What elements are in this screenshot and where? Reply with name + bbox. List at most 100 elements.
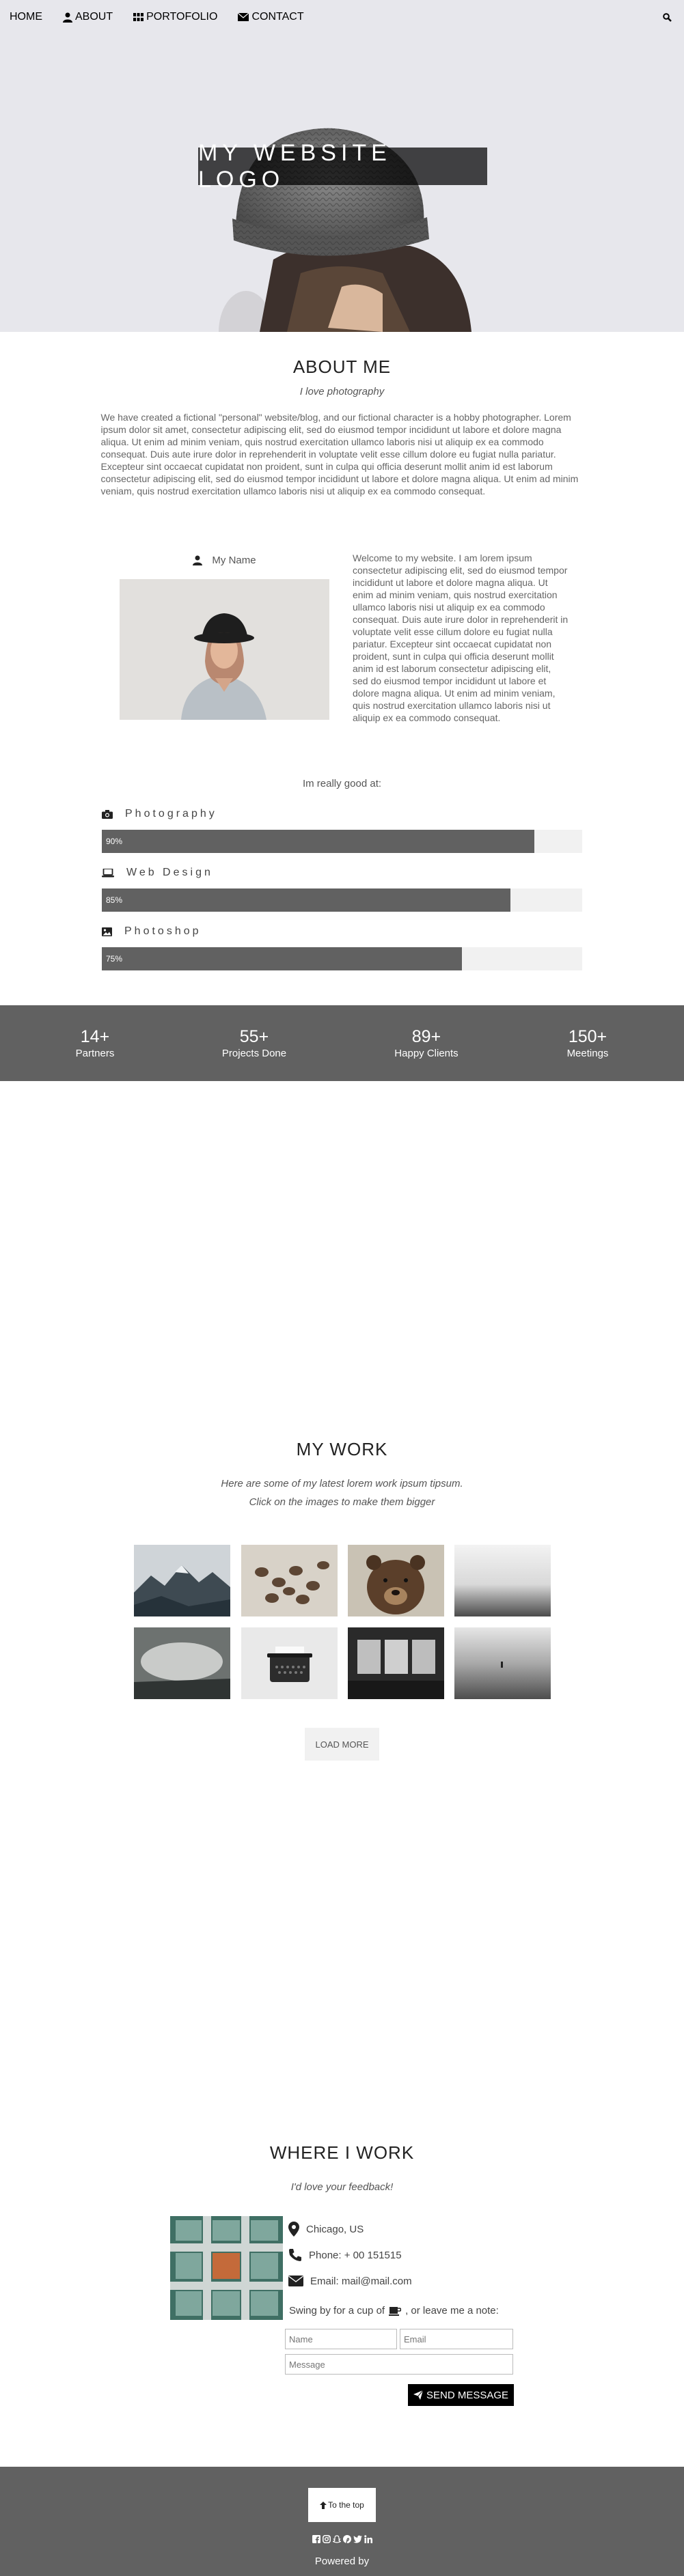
contact-location-row: Chicago, US bbox=[288, 2216, 514, 2242]
profile-name-row: My Name bbox=[120, 552, 329, 568]
stat-clients: 89+ Happy Clients bbox=[372, 1027, 481, 1060]
pinterest-icon[interactable] bbox=[342, 2535, 351, 2543]
stat-number: 89+ bbox=[411, 1027, 441, 1046]
send-message-label: SEND MESSAGE bbox=[426, 2389, 509, 2401]
laptop-icon bbox=[102, 868, 114, 877]
hero-banner: MY WEBSITE LOGO bbox=[0, 0, 684, 332]
nav-about-label: ABOUT bbox=[75, 11, 113, 23]
skill-photography: Photography 90% bbox=[102, 807, 582, 853]
nav-home-link[interactable]: HOME bbox=[10, 11, 42, 23]
note-prompt-after: , or leave me a note: bbox=[405, 2305, 499, 2316]
nav-home-label: HOME bbox=[10, 11, 42, 23]
facebook-icon[interactable] bbox=[312, 2535, 320, 2543]
arrow-up-icon bbox=[320, 2501, 327, 2509]
stat-label: Happy Clients bbox=[394, 1048, 459, 1059]
skill-progress-bar: 85% bbox=[102, 888, 582, 912]
skill-web-design: Web Design 85% bbox=[102, 865, 582, 912]
stat-projects: 55+ Projects Done bbox=[200, 1027, 309, 1060]
stat-partners: 14+ Partners bbox=[40, 1027, 150, 1060]
camera-icon bbox=[102, 809, 113, 819]
gallery-image-bear[interactable] bbox=[348, 1545, 444, 1616]
portfolio-subtitle: Here are some of my latest lorem work ip… bbox=[221, 1478, 463, 1489]
site-logo[interactable]: MY WEBSITE LOGO bbox=[198, 140, 487, 193]
to-top-label: To the top bbox=[328, 2500, 364, 2510]
stat-number: 14+ bbox=[80, 1027, 110, 1046]
gallery-image-misty-field[interactable] bbox=[454, 1545, 551, 1616]
skill-photoshop: Photoshop 75% bbox=[102, 924, 582, 970]
skill-progress-fill: 90% bbox=[102, 830, 534, 853]
gallery-image-mountains[interactable] bbox=[134, 1545, 230, 1616]
linkedin-icon[interactable] bbox=[364, 2535, 372, 2543]
about-subtitle: I love photography bbox=[299, 386, 385, 397]
phone-icon bbox=[289, 2249, 301, 2261]
contact-phone-row: Phone: + 00 151515 bbox=[288, 2242, 514, 2268]
profile-card: My Name bbox=[120, 552, 329, 720]
about-paragraph: We have created a fictional "personal" w… bbox=[100, 412, 579, 496]
gallery-image-window-room[interactable] bbox=[348, 1627, 444, 1699]
contact-info: Chicago, US Phone: + 00 151515 Email: ma… bbox=[288, 2216, 514, 2294]
contact-phone: Phone: + 00 151515 bbox=[309, 2249, 402, 2261]
gallery-image-foggy-forest[interactable] bbox=[134, 1627, 230, 1699]
map-marker-icon bbox=[288, 2222, 299, 2237]
skill-label: Photography bbox=[125, 808, 217, 820]
email-field[interactable] bbox=[400, 2329, 513, 2349]
send-message-button[interactable]: SEND MESSAGE bbox=[408, 2384, 514, 2406]
skill-progress-bar: 90% bbox=[102, 830, 582, 853]
skill-label: Web Design bbox=[126, 867, 213, 878]
about-section: ABOUT ME I love photography We have crea… bbox=[0, 356, 684, 497]
user-icon bbox=[63, 12, 72, 23]
skills-section: Im really good at: Photography 90% Web D… bbox=[0, 778, 684, 970]
skill-progress-fill: 85% bbox=[102, 888, 510, 912]
message-field[interactable] bbox=[285, 2354, 513, 2375]
envelope-icon bbox=[288, 2276, 303, 2286]
contact-location: Chicago, US bbox=[306, 2223, 364, 2235]
paper-plane-icon bbox=[413, 2390, 423, 2400]
page-footer: To the top Powered by bbox=[0, 2467, 684, 2576]
stat-label: Partners bbox=[75, 1048, 115, 1059]
stat-number: 55+ bbox=[239, 1027, 269, 1046]
contact-email-row: Email: mail@mail.com bbox=[288, 2268, 514, 2294]
skill-label-row: Photography bbox=[102, 807, 582, 822]
nav-search-button[interactable] bbox=[663, 12, 674, 22]
to-top-button[interactable]: To the top bbox=[308, 2488, 376, 2522]
instagram-icon[interactable] bbox=[322, 2535, 331, 2543]
nav-contact-link[interactable]: CONTACT bbox=[238, 11, 304, 23]
load-more-button[interactable]: LOAD MORE bbox=[305, 1728, 379, 1761]
powered-by-text: Powered by bbox=[314, 2556, 370, 2567]
twitter-icon[interactable] bbox=[353, 2535, 362, 2543]
skill-progress-fill: 75% bbox=[102, 947, 463, 970]
skill-label-row: Web Design bbox=[102, 865, 582, 880]
stats-band: 14+ Partners 55+ Projects Done 89+ Happy… bbox=[0, 1005, 684, 1081]
stat-meetings: 150+ Meetings bbox=[533, 1027, 642, 1060]
portfolio-section: MY WORK Here are some of my latest lorem… bbox=[0, 1439, 684, 1761]
contact-subtitle: I'd love your feedback! bbox=[290, 2181, 394, 2193]
gallery-image-lone-figure[interactable] bbox=[454, 1627, 551, 1699]
gallery-image-typewriter[interactable] bbox=[241, 1627, 338, 1699]
nav-about-link[interactable]: ABOUT bbox=[63, 11, 113, 23]
coffee-icon bbox=[389, 2307, 402, 2316]
contact-section: WHERE I WORK I'd love your feedback! Chi… bbox=[0, 2142, 684, 2406]
social-links bbox=[308, 2535, 376, 2543]
skills-heading: Im really good at: bbox=[302, 778, 382, 789]
snapchat-icon[interactable] bbox=[332, 2535, 341, 2543]
user-icon bbox=[193, 555, 203, 565]
profile-photo bbox=[120, 579, 329, 720]
name-field[interactable] bbox=[285, 2329, 397, 2349]
stat-label: Meetings bbox=[566, 1048, 609, 1059]
skill-progress-bar: 75% bbox=[102, 947, 582, 970]
gallery-image-coffee-beans[interactable] bbox=[241, 1545, 338, 1616]
skill-label-row: Photoshop bbox=[102, 924, 582, 939]
note-prompt-before: Swing by for a cup of bbox=[289, 2305, 385, 2316]
contact-note-prompt: Swing by for a cup of , or leave me a no… bbox=[289, 2305, 499, 2316]
portfolio-hint: Click on the images to make them bigger bbox=[249, 1496, 435, 1508]
skill-label: Photoshop bbox=[124, 925, 202, 937]
stat-label: Projects Done bbox=[221, 1048, 287, 1059]
search-icon bbox=[663, 12, 672, 22]
nav-portfolio-link[interactable]: PORTOFOLIO bbox=[133, 11, 217, 23]
nav-contact-label: CONTACT bbox=[251, 11, 304, 23]
nav-portfolio-label: PORTOFOLIO bbox=[146, 11, 218, 23]
top-navbar: HOME ABOUT PORTOFOLIO CONTACT bbox=[0, 0, 684, 34]
image-icon bbox=[102, 927, 112, 936]
portfolio-title: MY WORK bbox=[296, 1439, 388, 1459]
stat-number: 150+ bbox=[568, 1027, 607, 1046]
